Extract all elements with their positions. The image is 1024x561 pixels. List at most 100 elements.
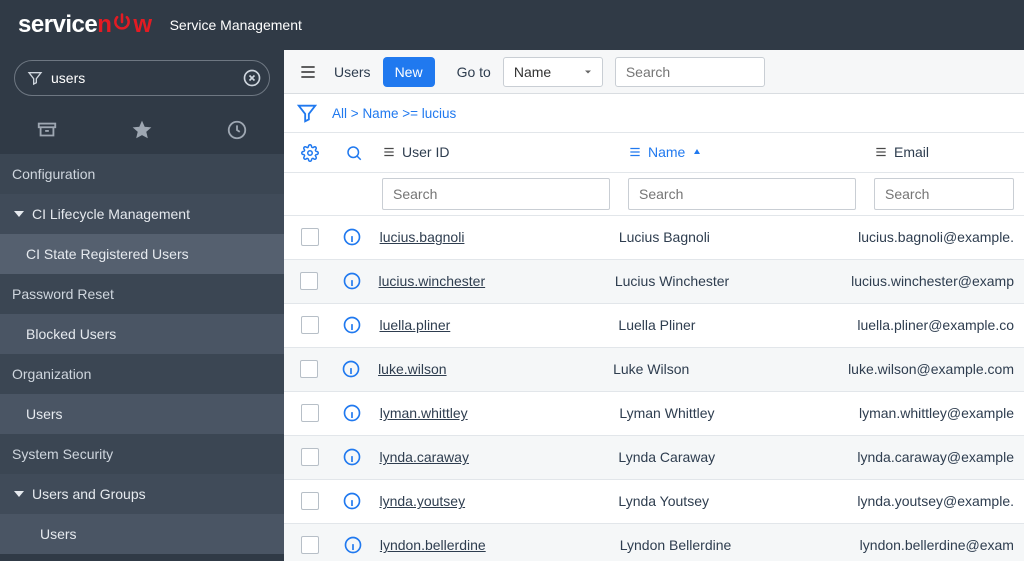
user-email-cell: lucius.winchester@examp	[851, 273, 1014, 289]
row-preview-button[interactable]	[341, 359, 361, 379]
logo-w-text: w	[133, 11, 151, 39]
table-row: lucius.winchester Lucius Winchester luci…	[284, 260, 1024, 304]
nav-filter-input[interactable]	[51, 70, 241, 86]
row-preview-button[interactable]	[343, 535, 363, 555]
filter-email[interactable]	[874, 178, 1014, 210]
personalize-columns-button[interactable]	[301, 144, 319, 162]
user-id-link[interactable]: lyman.whittley	[380, 405, 468, 421]
col-header-email[interactable]: Email	[874, 144, 929, 160]
logo-n-text: n	[97, 11, 111, 39]
row-preview-button[interactable]	[342, 491, 362, 511]
breadcrumb-sep: >	[351, 106, 359, 121]
new-button[interactable]: New	[383, 57, 435, 87]
row-preview-button[interactable]	[342, 447, 362, 467]
row-checkbox[interactable]	[301, 228, 319, 246]
table-row: lynda.caraway Lynda Caraway lynda.carawa…	[284, 436, 1024, 480]
nav-tab-history[interactable]	[226, 119, 248, 141]
filter-funnel-button[interactable]	[296, 102, 318, 124]
nav-tab-all[interactable]	[36, 119, 58, 141]
nav-item-users-groups[interactable]: Users and Groups	[0, 474, 284, 514]
table-row: luella.pliner Luella Pliner luella.pline…	[284, 304, 1024, 348]
nav-filter[interactable]	[14, 60, 270, 96]
breadcrumb-all[interactable]: All	[332, 106, 347, 121]
table-row: lynda.youtsey Lynda Youtsey lynda.youtse…	[284, 480, 1024, 524]
row-checkbox[interactable]	[301, 536, 319, 554]
user-id-link[interactable]: luella.pliner	[379, 317, 450, 333]
grid-rows: lucius.bagnoli Lucius Bagnoli lucius.bag…	[284, 216, 1024, 561]
user-name-cell: Luke Wilson	[613, 361, 689, 377]
logo-service-text: service	[18, 11, 97, 39]
user-name-cell: Lynda Caraway	[618, 449, 715, 465]
user-name-cell: Lynda Youtsey	[618, 493, 709, 509]
nav-item-ss-users[interactable]: Users	[0, 514, 284, 554]
row-checkbox[interactable]	[301, 492, 319, 510]
user-id-link[interactable]: lucius.bagnoli	[380, 229, 465, 245]
breadcrumb-bar: All > Name >= lucius	[284, 94, 1024, 133]
grid-filter-row	[284, 173, 1024, 216]
goto-field-value: Name	[514, 64, 551, 80]
row-checkbox[interactable]	[301, 404, 319, 422]
goto-field-select[interactable]: Name	[503, 57, 603, 87]
row-preview-button[interactable]	[342, 271, 362, 291]
user-id-link[interactable]: lyndon.bellerdine	[380, 537, 486, 553]
info-icon	[342, 403, 362, 423]
user-id-link[interactable]: lucius.winchester	[379, 273, 486, 289]
nav-section-organization[interactable]: Organization	[0, 354, 284, 394]
app-title: Service Management	[170, 17, 302, 33]
filter-name[interactable]	[628, 178, 856, 210]
row-checkbox[interactable]	[300, 272, 318, 290]
caret-down-icon	[14, 491, 24, 497]
nav-item-blocked-users[interactable]: Blocked Users	[0, 314, 284, 354]
grid-header: User ID Name	[284, 133, 1024, 172]
list-icon	[628, 145, 642, 159]
clear-icon[interactable]	[241, 67, 263, 89]
list-toolbar: Users New Go to Name	[284, 50, 1024, 94]
col-header-user-id[interactable]: User ID	[382, 144, 449, 160]
table-row: lyman.whittley Lyman Whittley lyman.whit…	[284, 392, 1024, 436]
user-name-cell: Lyman Whittley	[619, 405, 714, 421]
row-preview-button[interactable]	[342, 315, 362, 335]
user-email-cell: lucius.bagnoli@example.	[858, 229, 1014, 245]
nav-item-ci-state-users[interactable]: CI State Registered Users	[0, 234, 284, 274]
info-icon	[342, 271, 362, 291]
breadcrumb-query[interactable]: Name >= lucius	[362, 106, 456, 121]
header-search-button[interactable]	[345, 144, 363, 162]
power-icon	[112, 12, 132, 32]
info-icon	[342, 315, 362, 335]
user-name-cell: Lucius Bagnoli	[619, 229, 710, 245]
nav-section-password-reset[interactable]: Password Reset	[0, 274, 284, 314]
user-id-link[interactable]: lynda.caraway	[379, 449, 469, 465]
caret-down-icon	[14, 211, 24, 217]
nav-item-ci-lifecycle[interactable]: CI Lifecycle Management	[0, 194, 284, 234]
nav-section-system-security[interactable]: System Security	[0, 434, 284, 474]
chevron-down-icon	[582, 66, 594, 78]
user-id-link[interactable]: lynda.youtsey	[379, 493, 465, 509]
left-nav: Configuration CI Lifecycle Management CI…	[0, 50, 284, 561]
info-icon	[342, 447, 362, 467]
info-icon	[342, 491, 362, 511]
archive-icon	[36, 119, 58, 141]
nav-section-configuration[interactable]: Configuration	[0, 154, 284, 194]
row-preview-button[interactable]	[342, 403, 362, 423]
clock-icon	[226, 119, 248, 141]
logo[interactable]: service n w	[18, 11, 152, 39]
nav-tab-favorites[interactable]	[131, 119, 153, 141]
user-id-link[interactable]: luke.wilson	[378, 361, 446, 377]
app-header: service n w Service Management	[0, 0, 1024, 50]
goto-search-input[interactable]	[615, 57, 765, 87]
col-header-name[interactable]: Name	[628, 144, 703, 160]
table-row: luke.wilson Luke Wilson luke.wilson@exam…	[284, 348, 1024, 392]
filter-user-id[interactable]	[382, 178, 610, 210]
row-checkbox[interactable]	[300, 360, 318, 378]
list-menu-button[interactable]	[294, 58, 322, 86]
row-preview-button[interactable]	[342, 227, 362, 247]
table-row: lucius.bagnoli Lucius Bagnoli lucius.bag…	[284, 216, 1024, 260]
list-title: Users	[334, 64, 371, 80]
row-checkbox[interactable]	[301, 448, 319, 466]
breadcrumb: All > Name >= lucius	[332, 106, 456, 121]
nav-item-org-users[interactable]: Users	[0, 394, 284, 434]
row-checkbox[interactable]	[301, 316, 319, 334]
funnel-icon	[27, 70, 43, 86]
table-row: lyndon.bellerdine Lyndon Bellerdine lynd…	[284, 524, 1024, 561]
user-email-cell: lynda.youtsey@example.	[857, 493, 1014, 509]
